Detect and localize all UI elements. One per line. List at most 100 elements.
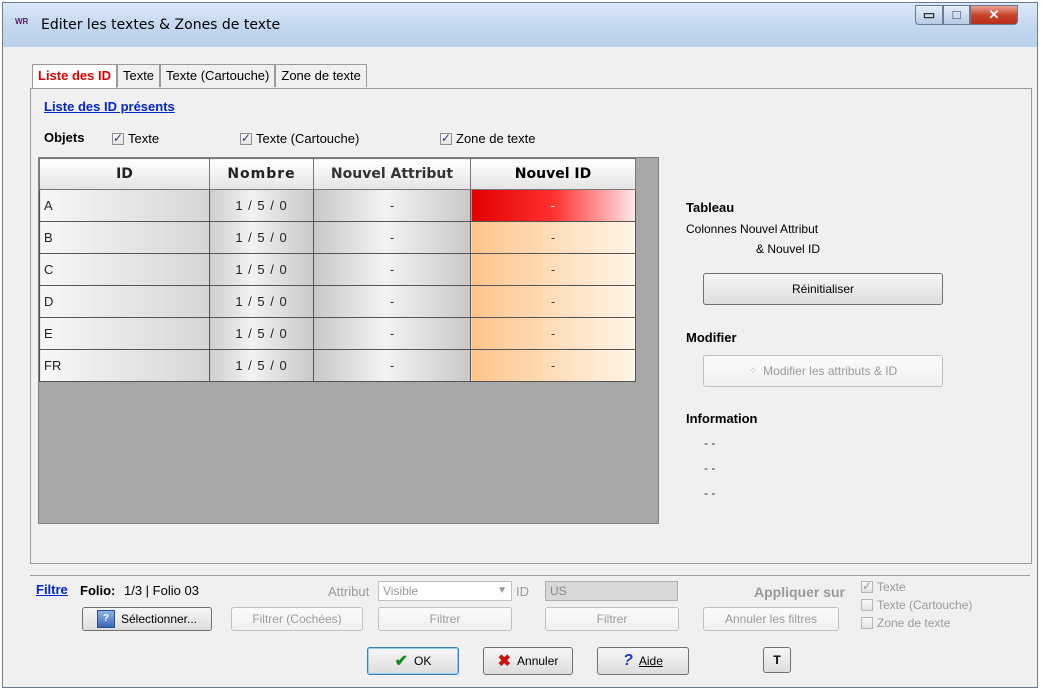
folio-label: Folio: — [80, 583, 116, 598]
table-row[interactable]: D 1 / 5 / 0 - - — [39, 285, 636, 318]
col-header-nouvel-id[interactable]: Nouvel ID — [470, 158, 636, 190]
filtre-link[interactable]: Filtre — [36, 582, 68, 597]
cell-nouvel-attribut[interactable]: - — [313, 317, 471, 350]
objets-texte-checkbox[interactable]: Texte — [112, 131, 159, 146]
checkmark-icon: ✔ — [394, 653, 409, 670]
checkbox-label: Texte (Cartouche) — [877, 598, 973, 612]
cell-id[interactable]: C — [39, 253, 210, 286]
checkbox-icon[interactable] — [440, 131, 452, 145]
objets-label: Objets — [44, 130, 85, 145]
cell-id[interactable]: E — [39, 317, 210, 350]
objets-texte-cartouche-checkbox[interactable]: Texte (Cartouche) — [240, 131, 359, 146]
filter-attribut-button[interactable]: Filtrer — [378, 607, 512, 631]
minimize-button[interactable]: ▭ — [915, 5, 943, 25]
apply-texte-checkbox[interactable]: Texte — [861, 579, 906, 594]
checkbox-label: Zone de texte — [877, 616, 951, 630]
cancel-filters-label: Annuler les filtres — [724, 612, 818, 626]
folio-value: 1/3 | Folio 03 — [124, 583, 199, 598]
objets-zone-de-texte-checkbox[interactable]: Zone de texte — [440, 131, 536, 146]
x-icon: ✖ — [497, 653, 512, 670]
apply-texte-cartouche-checkbox[interactable]: Texte (Cartouche) — [861, 598, 972, 612]
cancel-label: Annuler — [517, 654, 559, 668]
ok-label: OK — [414, 654, 432, 668]
cell-nouvel-id[interactable]: - — [470, 317, 636, 350]
table-row[interactable]: A 1 / 5 / 0 - - — [39, 189, 636, 222]
checkbox-icon[interactable] — [861, 579, 873, 593]
cancel-button[interactable]: ✖ Annuler — [483, 647, 573, 675]
cell-nombre[interactable]: 1 / 5 / 0 — [209, 253, 314, 286]
table-row[interactable]: C 1 / 5 / 0 - - — [39, 253, 636, 286]
ok-button[interactable]: ✔ OK — [367, 647, 459, 675]
cell-nombre[interactable]: 1 / 5 / 0 — [209, 349, 314, 382]
col-header-id[interactable]: ID — [39, 158, 210, 190]
close-button[interactable]: ✕ — [970, 5, 1018, 25]
tableau-text-line1: Colonnes Nouvel Attribut — [686, 222, 819, 236]
cell-nombre[interactable]: 1 / 5 / 0 — [209, 317, 314, 350]
checkbox-icon[interactable] — [861, 617, 873, 629]
cell-id[interactable]: A — [39, 189, 210, 222]
checkbox-label: Texte — [877, 580, 906, 594]
table-header-row: ID Nombre Nouvel Attribut Nouvel ID — [39, 158, 636, 190]
cell-id[interactable]: FR — [39, 349, 210, 382]
cell-nouvel-attribut[interactable]: - — [313, 221, 471, 254]
table-row[interactable]: B 1 / 5 / 0 - - — [39, 221, 636, 254]
cell-nouvel-id[interactable]: - — [470, 253, 636, 286]
cell-id[interactable]: D — [39, 285, 210, 318]
checkbox-label: Texte — [128, 131, 160, 146]
id-table[interactable]: ID Nombre Nouvel Attribut Nouvel ID A 1 … — [38, 157, 659, 524]
cell-nouvel-attribut[interactable]: - — [313, 285, 471, 318]
modify-button-label: Modifier les attributs & ID — [763, 364, 898, 378]
tab-texte-cartouche[interactable]: Texte (Cartouche) — [160, 64, 276, 87]
id-input-value: US — [550, 584, 567, 598]
apply-zone-de-texte-checkbox[interactable]: Zone de texte — [861, 616, 950, 630]
cell-id[interactable]: B — [39, 221, 210, 254]
separator — [30, 575, 1030, 576]
attribut-value: Visible — [383, 584, 419, 598]
reset-button[interactable]: Réinitialiser — [703, 273, 943, 305]
checkbox-icon[interactable] — [240, 131, 252, 145]
text-table-icon: T — [773, 653, 781, 667]
cell-nouvel-id[interactable]: - — [470, 189, 636, 222]
title-bar[interactable]: WR Editer les textes & Zones de texte ▭ … — [3, 3, 1037, 47]
reset-button-label: Réinitialiser — [791, 282, 855, 296]
info-line-3: - - — [704, 486, 716, 500]
cell-nouvel-id[interactable]: - — [470, 285, 636, 318]
cell-nouvel-attribut[interactable]: - — [313, 189, 471, 222]
cell-nombre[interactable]: 1 / 5 / 0 — [209, 285, 314, 318]
apply-on-label: Appliquer sur — [754, 584, 846, 600]
filter-id-label: Filtrer — [596, 612, 628, 626]
modifier-heading: Modifier — [686, 330, 737, 345]
cell-nouvel-id[interactable]: - — [470, 221, 636, 254]
dots-icon: ⁘ — [748, 365, 758, 377]
filter-checked-label: Filtrer (Cochées) — [252, 612, 342, 626]
modify-attributes-button[interactable]: ⁘ Modifier les attributs & ID — [703, 355, 943, 387]
tab-texte[interactable]: Texte — [116, 64, 161, 87]
filter-id-button[interactable]: Filtrer — [545, 607, 679, 631]
col-header-nouvel-attribut[interactable]: Nouvel Attribut — [313, 158, 471, 190]
checkbox-icon[interactable] — [112, 131, 124, 145]
table-row[interactable]: FR 1 / 5 / 0 - - — [39, 349, 636, 382]
id-input[interactable]: US — [545, 581, 678, 601]
filter-checked-button[interactable]: Filtrer (Cochées) — [231, 607, 363, 631]
filter-attribut-label: Filtrer — [429, 612, 461, 626]
cell-nouvel-id[interactable]: - — [470, 349, 636, 382]
text-table-icon-button[interactable]: T — [763, 647, 791, 673]
cell-nombre[interactable]: 1 / 5 / 0 — [209, 189, 314, 222]
window-title: Editer les textes & Zones de texte — [41, 17, 281, 33]
tab-liste-des-id[interactable]: Liste des ID — [32, 64, 117, 89]
maximize-button[interactable]: □ — [943, 5, 970, 25]
help-button[interactable]: ? Aide — [597, 647, 689, 675]
checkbox-label: Zone de texte — [456, 131, 536, 146]
col-header-nombre[interactable]: Nombre — [209, 158, 314, 190]
tab-zone-de-texte[interactable]: Zone de texte — [275, 64, 367, 87]
cell-nouvel-attribut[interactable]: - — [313, 253, 471, 286]
cell-nouvel-attribut[interactable]: - — [313, 349, 471, 382]
id-label: ID — [516, 584, 529, 599]
cancel-filters-button[interactable]: Annuler les filtres — [703, 607, 839, 631]
checkbox-icon[interactable] — [861, 599, 873, 611]
select-button[interactable]: ? Sélectionner... — [82, 607, 212, 631]
cell-nombre[interactable]: 1 / 5 / 0 — [209, 221, 314, 254]
table-row[interactable]: E 1 / 5 / 0 - - — [39, 317, 636, 350]
section-title[interactable]: Liste des ID présents — [44, 99, 175, 114]
attribut-dropdown[interactable]: Visible ▼ — [378, 581, 512, 601]
